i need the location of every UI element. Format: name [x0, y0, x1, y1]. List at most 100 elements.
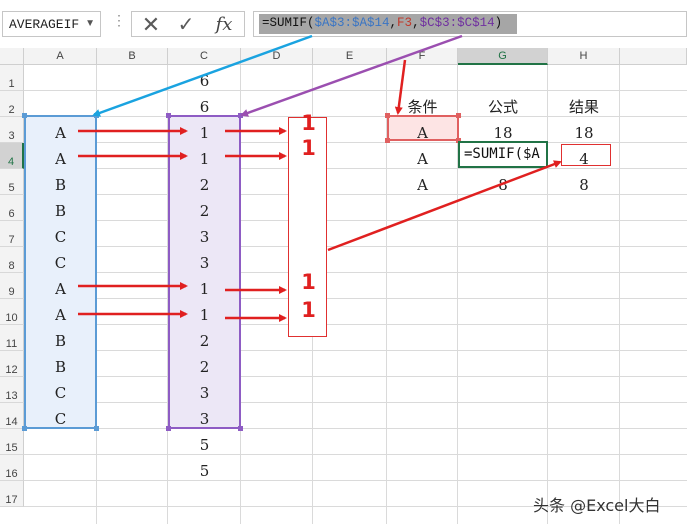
- table-cell[interactable]: 8: [548, 169, 620, 195]
- name-box[interactable]: AVERAGEIF ▼: [2, 11, 101, 37]
- cell-c11[interactable]: 2: [168, 325, 241, 351]
- cell-c1[interactable]: 6: [168, 65, 241, 91]
- row-header-4[interactable]: 4: [0, 143, 24, 169]
- cell-a12[interactable]: B: [24, 351, 97, 377]
- formula-comma: ,: [389, 16, 398, 30]
- cell-a7[interactable]: C: [24, 221, 97, 247]
- row-header-12[interactable]: 12: [0, 351, 24, 377]
- row-header-11[interactable]: 11: [0, 325, 24, 351]
- cell-a13[interactable]: C: [24, 377, 97, 403]
- matched-value: 1: [301, 111, 316, 135]
- cell-a3[interactable]: A: [24, 117, 97, 143]
- row-header-9[interactable]: 9: [0, 273, 24, 299]
- gridline-horizontal: [24, 246, 687, 247]
- cell-c15[interactable]: 5: [168, 429, 241, 455]
- column-header-f[interactable]: F: [387, 48, 458, 65]
- cell-c9[interactable]: 1: [168, 273, 241, 299]
- insert-function-button[interactable]: fx: [209, 13, 239, 37]
- gridline-horizontal: [24, 220, 687, 221]
- enter-button[interactable]: ✓: [171, 13, 201, 37]
- row-header-15[interactable]: 15: [0, 429, 24, 455]
- matched-values-box: 1111: [288, 111, 327, 337]
- table-cell[interactable]: A: [387, 117, 458, 143]
- cell-c12[interactable]: 2: [168, 351, 241, 377]
- gridline-horizontal: [24, 298, 687, 299]
- formula-ref-criteria: F3: [397, 16, 413, 30]
- matched-value: 1: [301, 136, 316, 160]
- table-cell[interactable]: 18: [458, 117, 548, 143]
- cell-a9[interactable]: A: [24, 273, 97, 299]
- gridline-horizontal: [24, 376, 687, 377]
- select-all-corner[interactable]: [0, 48, 24, 65]
- cell-c16[interactable]: 5: [168, 455, 241, 481]
- cell-c8[interactable]: 3: [168, 247, 241, 273]
- active-cell-formula: =SUMIF($A: [464, 146, 540, 162]
- table-cell[interactable]: 18: [548, 117, 620, 143]
- row-header-8[interactable]: 8: [0, 247, 24, 273]
- watermark-text: 头条 @Excel大白: [533, 496, 661, 515]
- cell-a4[interactable]: A: [24, 143, 97, 169]
- cell-c7[interactable]: 3: [168, 221, 241, 247]
- row-header-10[interactable]: 10: [0, 299, 24, 325]
- gridline-horizontal: [24, 480, 687, 481]
- row-header-5[interactable]: 5: [0, 169, 24, 195]
- cell-c2[interactable]: 6: [168, 91, 241, 117]
- formula-input[interactable]: =SUMIF($A$3:$A$14,F3,$C$3:$C$14): [253, 11, 687, 37]
- matched-value: 1: [301, 298, 316, 322]
- cell-c4[interactable]: 1: [168, 143, 241, 169]
- gridline-horizontal: [24, 272, 687, 273]
- cell-c6[interactable]: 2: [168, 195, 241, 221]
- formula-text: =SUMIF($A$3:$A$14,F3,$C$3:$C$14): [262, 16, 502, 30]
- row-header-17[interactable]: 17: [0, 481, 24, 507]
- row-header-14[interactable]: 14: [0, 403, 24, 429]
- gridline-horizontal: [24, 428, 687, 429]
- formula-ref-range-a: $A$3:$A$14: [314, 16, 390, 30]
- column-header-e[interactable]: E: [313, 48, 387, 65]
- table-cell[interactable]: A: [387, 143, 458, 169]
- row-header-6[interactable]: 6: [0, 195, 24, 221]
- cell-c3[interactable]: 1: [168, 117, 241, 143]
- table-header-cell[interactable]: 公式: [458, 91, 548, 117]
- gridline-horizontal: [24, 454, 687, 455]
- cell-c5[interactable]: 2: [168, 169, 241, 195]
- cell-c13[interactable]: 3: [168, 377, 241, 403]
- matched-value: 1: [301, 270, 316, 294]
- column-header-h[interactable]: H: [548, 48, 620, 65]
- gridline-horizontal: [24, 350, 687, 351]
- spreadsheet-app: AVERAGEIF ▼ ⋮ ✕ ✓ fx =SUMIF($A$3:$A$14,F…: [0, 0, 687, 524]
- gridline-horizontal: [24, 402, 687, 403]
- row-header-1[interactable]: 1: [0, 65, 24, 91]
- cell-a10[interactable]: A: [24, 299, 97, 325]
- table-cell[interactable]: A: [387, 169, 458, 195]
- table-cell[interactable]: 8: [458, 169, 548, 195]
- cell-a8[interactable]: C: [24, 247, 97, 273]
- row-header-2[interactable]: 2: [0, 91, 24, 117]
- drag-handle-icon[interactable]: ⋮: [112, 12, 126, 36]
- column-header-g[interactable]: G: [458, 48, 548, 65]
- formula-ref-range-c: $C$3:$C$14: [419, 16, 495, 30]
- chevron-down-icon[interactable]: ▼: [85, 18, 95, 29]
- cell-a5[interactable]: B: [24, 169, 97, 195]
- column-header-b[interactable]: B: [97, 48, 168, 65]
- cell-a14[interactable]: C: [24, 403, 97, 429]
- row-header-3[interactable]: 3: [0, 117, 24, 143]
- cell-a11[interactable]: B: [24, 325, 97, 351]
- row-header-16[interactable]: 16: [0, 455, 24, 481]
- formula-buttons: ✕ ✓ fx: [131, 11, 245, 37]
- table-header-cell[interactable]: 条件: [387, 91, 458, 117]
- cell-c10[interactable]: 1: [168, 299, 241, 325]
- cell-a6[interactable]: B: [24, 195, 97, 221]
- cell-c14[interactable]: 3: [168, 403, 241, 429]
- column-header-c[interactable]: C: [168, 48, 241, 65]
- column-header-a[interactable]: A: [24, 48, 97, 65]
- cancel-button[interactable]: ✕: [136, 13, 166, 37]
- worksheet-grid[interactable]: ABCDEFGH 1 2 3 4 5 6 7 8 9 10 11 12 13 14 15 16 17 AABBC…: [0, 48, 687, 524]
- column-header-blank[interactable]: [620, 48, 687, 65]
- row-header-7[interactable]: 7: [0, 221, 24, 247]
- formula-close-paren: ): [494, 16, 503, 30]
- name-box-value: AVERAGEIF: [9, 17, 80, 32]
- row-header-13[interactable]: 13: [0, 377, 24, 403]
- column-header-d[interactable]: D: [241, 48, 313, 65]
- table-header-cell[interactable]: 结果: [548, 91, 620, 117]
- active-cell-g4[interactable]: =SUMIF($A: [458, 141, 548, 168]
